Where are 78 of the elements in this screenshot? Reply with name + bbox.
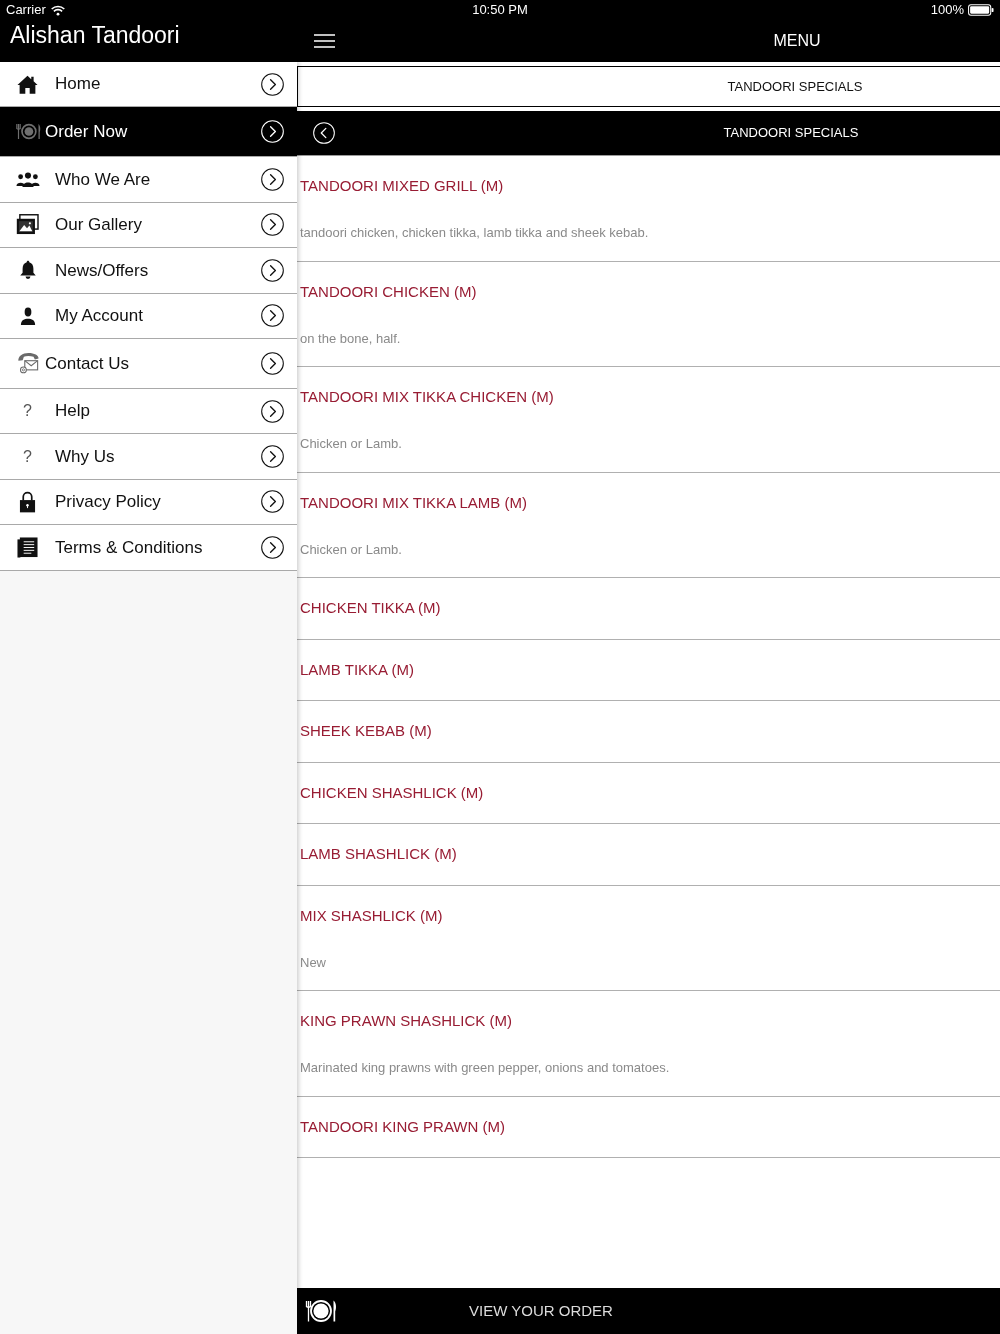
home-icon	[17, 74, 38, 94]
item-name: LAMB SHASHLICK (M)	[300, 844, 457, 865]
people-icon	[15, 172, 40, 188]
chevron-right-circle-icon	[261, 168, 284, 192]
chevron-right-circle-icon	[261, 445, 284, 469]
plate-cutlery-icon	[305, 1299, 337, 1323]
menu-item[interactable]: CHICKEN TIKKA (M)	[297, 578, 1000, 640]
menu-item[interactable]: MIX SHASHLICK (M) New	[297, 885, 1000, 991]
sidebar-item[interactable]: ? Why Us	[0, 434, 297, 480]
header-title: MENU	[773, 31, 821, 51]
photos-icon	[16, 214, 39, 236]
menu-item[interactable]: CHICKEN SHASHLICK (M)	[297, 762, 1000, 824]
battery-label: 100%	[930, 1, 964, 20]
chevron-right-circle-icon	[261, 213, 284, 237]
item-name: KING PRAWN SHASHLICK (M)	[300, 1011, 512, 1031]
sidebar-item[interactable]: Privacy Policy	[0, 479, 297, 526]
back-button[interactable]	[313, 122, 335, 144]
chevron-right-circle-icon	[261, 258, 284, 282]
chevron-right-circle-icon	[261, 351, 284, 375]
sidebar-item[interactable]: Who We Are	[0, 157, 297, 203]
sidebar-item[interactable]: Our Gallery	[0, 202, 297, 249]
sidebar-item[interactable]: Contact Us	[0, 338, 297, 389]
menu-icon	[314, 34, 335, 48]
item-description: tandoori chicken, chicken tikka, lamb tikka and sheek kebab.	[300, 224, 649, 242]
sidebar-item[interactable]: Home	[0, 62, 297, 108]
menu-item[interactable]: TANDOORI CHICKEN (M) on the bone, half.	[297, 261, 1000, 367]
person-icon	[19, 306, 36, 325]
menu-item[interactable]: KING PRAWN SHASHLICK (M) Marinated king prawns with green pepper, onions and tomatoes.	[297, 991, 1000, 1097]
item-name: TANDOORI MIXED GRILL (M)	[300, 176, 504, 196]
category-title: TANDOORI SPECIALS	[723, 124, 859, 143]
menu-item[interactable]: LAMB SHASHLICK (M)	[297, 824, 1000, 886]
sidebar-item[interactable]: Terms & Conditions	[0, 525, 297, 571]
menu-item[interactable]: TANDOORI MIXED GRILL (M) tandoori chicken, chicken tikka, lamb tikka and sheek kebab.	[297, 156, 1000, 262]
item-description: on the bone, half.	[300, 329, 401, 348]
question-mark-glyph: ?	[23, 403, 32, 420]
item-description: Chicken or Lamb.	[300, 435, 402, 453]
item-description: Chicken or Lamb.	[300, 540, 402, 559]
chevron-left-circle-icon	[313, 122, 335, 144]
sidebar-item[interactable]: Order Now	[0, 107, 297, 158]
item-name: CHICKEN TIKKA (M)	[300, 598, 441, 619]
item-name: TANDOORI MIX TIKKA LAMB (M)	[300, 492, 527, 513]
sidebar-item[interactable]: My Account	[0, 293, 297, 339]
chevron-right-circle-icon	[261, 399, 284, 423]
chevron-right-circle-icon	[261, 535, 284, 559]
item-name: SHEEK KEBAB (M)	[300, 721, 432, 742]
chevron-right-circle-icon	[261, 304, 284, 328]
battery-icon	[968, 4, 994, 16]
menu-item[interactable]: TANDOORI MIX TIKKA LAMB (M) Chicken or Lamb.	[297, 472, 1000, 578]
menu-button[interactable]	[314, 34, 335, 48]
item-description: Marinated king prawns with green pepper, onions and tomatoes.	[300, 1059, 670, 1077]
item-name: TANDOORI MIX TIKKA CHICKEN (M)	[300, 387, 554, 407]
sidebar-item[interactable]: News/Offers	[0, 248, 297, 294]
item-name: TANDOORI KING PRAWN (M)	[300, 1116, 505, 1137]
chevron-right-circle-icon	[261, 490, 284, 514]
menu-item[interactable]: LAMB TIKKA (M)	[297, 639, 1000, 701]
sidebar-item[interactable]: ? Help	[0, 388, 297, 435]
chevron-right-circle-icon	[261, 72, 284, 96]
wifi-icon	[50, 4, 65, 16]
time-label: 10:50 PM	[472, 1, 528, 20]
padlock-icon	[19, 490, 36, 514]
view-order-button[interactable]: VIEW YOUR ORDER	[297, 1288, 1000, 1334]
document-icon	[17, 536, 38, 558]
carrier-label: Carrier	[6, 1, 46, 20]
category-button[interactable]: TANDOORI SPECIALS	[297, 66, 1000, 107]
bell-icon	[18, 260, 37, 281]
item-name: LAMB TIKKA (M)	[300, 659, 414, 680]
phone-envelope-icon	[16, 352, 40, 375]
item-name: MIX SHASHLICK (M)	[300, 905, 443, 926]
plate-cutlery-icon	[16, 123, 41, 141]
menu-item[interactable]: TANDOORI KING PRAWN (M)	[297, 1096, 1000, 1158]
chevron-right-circle-icon	[261, 120, 284, 144]
menu-item[interactable]: SHEEK KEBAB (M)	[297, 701, 1000, 763]
question-mark-glyph: ?	[23, 448, 32, 465]
app-title: Alishan Tandoori	[10, 21, 180, 49]
item-description: New	[300, 953, 326, 972]
menu-item[interactable]: TANDOORI MIX TIKKA CHICKEN (M) Chicken or Lamb.	[297, 367, 1000, 473]
item-name: CHICKEN SHASHLICK (M)	[300, 782, 484, 803]
item-name: TANDOORI CHICKEN (M)	[300, 281, 477, 302]
